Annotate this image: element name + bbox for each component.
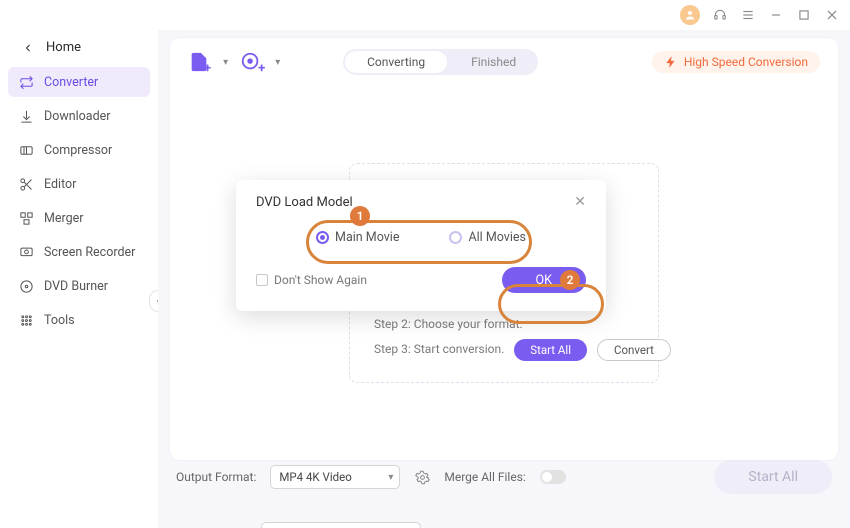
sidebar-item-label: DVD Burner — [44, 279, 108, 294]
sidebar-item-tools[interactable]: Tools — [8, 305, 150, 335]
scissors-icon — [18, 176, 34, 192]
sidebar-item-label: Editor — [44, 177, 76, 192]
modal-header: DVD Load Model ✕ — [256, 194, 586, 210]
radio-all-movies[interactable]: All Movies — [449, 230, 525, 245]
back-label: Home — [46, 40, 81, 55]
merger-icon — [18, 210, 34, 226]
tab-segment: Converting Finished — [343, 49, 538, 75]
converter-icon — [18, 74, 34, 90]
back-home[interactable]: Home — [0, 36, 158, 67]
merge-files-label: Merge All Files: — [444, 470, 525, 484]
chevron-down-icon: ▾ — [223, 57, 228, 68]
file-location-select[interactable]: G:\Wondershare UniConverter 1 — [261, 522, 421, 528]
sidebar-item-label: Converter — [44, 75, 98, 90]
ok-button[interactable]: OK — [502, 267, 586, 293]
screen-recorder-icon — [18, 244, 34, 260]
sidebar: Home Converter Downloader Compressor Ed — [0, 30, 158, 528]
chevron-left-icon — [22, 42, 34, 54]
add-disc-button[interactable]: + ▾ — [240, 51, 280, 73]
start-all-pill[interactable]: Start All — [514, 339, 587, 361]
radio-dot-icon — [449, 231, 462, 244]
dvd-load-modal: DVD Load Model ✕ Main Movie All Movies D… — [236, 180, 606, 311]
sidebar-item-label: Compressor — [44, 143, 112, 158]
radio-group: Main Movie All Movies — [256, 230, 586, 245]
step3-text: Step 3: Start conversion. — [374, 337, 504, 362]
toolbar: + ▾ + ▾ Converting Finished High S — [170, 38, 838, 86]
hsc-label: High Speed Conversion — [684, 55, 808, 69]
footer: Output Format: MP4 4K Video Merge All Fi… — [170, 460, 838, 518]
tab-finished[interactable]: Finished — [449, 49, 538, 75]
output-format-select[interactable]: MP4 4K Video — [270, 465, 400, 489]
step2-text: Step 2: Choose your format. — [374, 312, 523, 337]
start-all-button[interactable]: Start All — [714, 460, 832, 494]
checkbox-box-icon — [256, 274, 268, 286]
compressor-icon — [18, 142, 34, 158]
tab-converting[interactable]: Converting — [345, 51, 447, 73]
nav-list: Converter Downloader Compressor Editor M… — [0, 67, 158, 335]
headset-icon[interactable] — [712, 7, 728, 23]
grid-icon — [18, 312, 34, 328]
convert-pill[interactable]: Convert — [597, 339, 671, 361]
sidebar-item-label: Downloader — [44, 109, 111, 124]
modal-title: DVD Load Model — [256, 195, 353, 210]
sidebar-item-editor[interactable]: Editor — [8, 169, 150, 199]
sidebar-item-merger[interactable]: Merger — [8, 203, 150, 233]
sidebar-item-label: Screen Recorder — [44, 245, 135, 260]
sidebar-item-converter[interactable]: Converter — [8, 67, 150, 97]
step-row: Step 3: Start conversion. Start All Conv… — [374, 337, 634, 362]
user-avatar-icon[interactable] — [680, 5, 700, 25]
step-row: Step 2: Choose your format. — [374, 312, 634, 337]
maximize-icon[interactable] — [796, 7, 812, 23]
menu-icon[interactable] — [740, 7, 756, 23]
chevron-down-icon: ▾ — [275, 57, 280, 68]
radio-dot-icon — [316, 231, 329, 244]
radio-label: All Movies — [468, 230, 525, 245]
dont-show-checkbox[interactable]: Don't Show Again — [256, 273, 367, 287]
output-format-value: MP4 4K Video — [279, 470, 351, 484]
sidebar-item-compressor[interactable]: Compressor — [8, 135, 150, 165]
output-format-label: Output Format: — [176, 470, 256, 484]
lightning-icon — [664, 55, 678, 69]
radio-main-movie[interactable]: Main Movie — [316, 230, 399, 245]
high-speed-conversion-badge[interactable]: High Speed Conversion — [652, 51, 820, 73]
modal-footer: Don't Show Again OK — [256, 267, 586, 293]
sidebar-item-downloader[interactable]: Downloader — [8, 101, 150, 131]
disc-icon — [18, 278, 34, 294]
modal-close-icon[interactable]: ✕ — [574, 194, 586, 210]
app-window: Home Converter Downloader Compressor Ed — [0, 0, 850, 528]
sidebar-item-label: Tools — [44, 313, 75, 328]
download-icon — [18, 108, 34, 124]
steps: Step 2: Choose your format. Step 3: Star… — [374, 312, 634, 362]
sidebar-item-label: Merger — [44, 211, 84, 226]
close-icon[interactable] — [824, 7, 840, 23]
sidebar-item-screen-recorder[interactable]: Screen Recorder — [8, 237, 150, 267]
titlebar — [0, 0, 850, 30]
checkbox-label: Don't Show Again — [274, 273, 367, 287]
merge-files-toggle[interactable] — [540, 470, 566, 484]
add-file-button[interactable]: + ▾ — [188, 51, 228, 73]
settings-icon[interactable] — [414, 469, 430, 485]
sidebar-item-dvd-burner[interactable]: DVD Burner — [8, 271, 150, 301]
radio-label: Main Movie — [335, 230, 399, 245]
minimize-icon[interactable] — [768, 7, 784, 23]
